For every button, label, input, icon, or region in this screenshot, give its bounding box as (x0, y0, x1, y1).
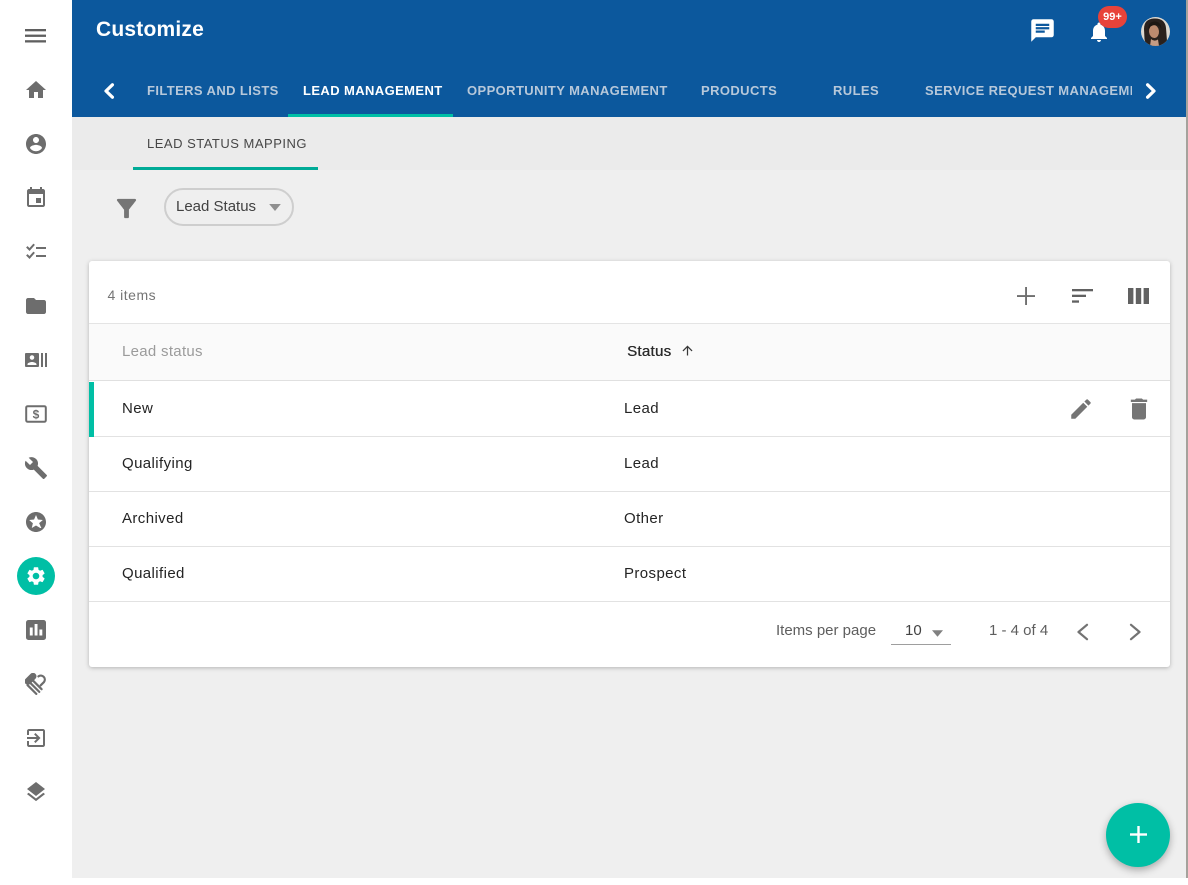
svg-text:$: $ (33, 407, 40, 421)
